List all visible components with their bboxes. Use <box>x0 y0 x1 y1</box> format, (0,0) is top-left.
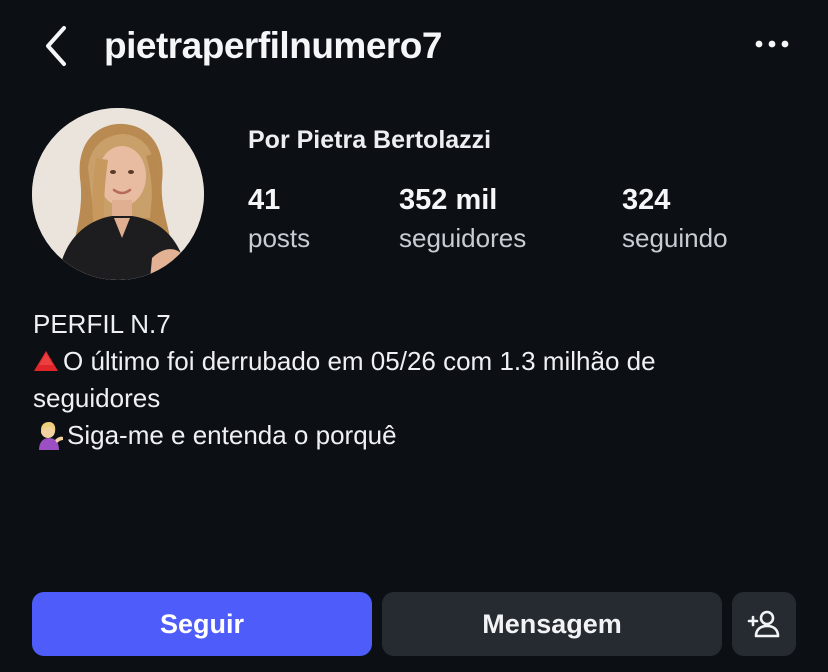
bio-line-2: O último foi derrubado em 05/26 com 1.3 … <box>63 346 656 376</box>
stat-following[interactable]: 324 seguindo <box>622 182 728 256</box>
more-options-button[interactable] <box>754 32 790 56</box>
profile-page: pietraperfilnumero7 Por Pietra Bertolazz… <box>0 0 828 672</box>
profile-bio: PERFIL N.7 O último foi derrubado em 05/… <box>33 306 773 454</box>
posts-label: posts <box>248 223 311 253</box>
message-button[interactable]: Mensagem <box>382 592 722 656</box>
avatar[interactable] <box>32 108 204 280</box>
profile-username: pietraperfilnumero7 <box>104 25 442 66</box>
more-horizontal-icon <box>755 40 789 48</box>
stat-followers[interactable]: 352 mil seguidores <box>399 182 526 256</box>
bio-line-4: Siga-me e entenda o porquê <box>67 420 397 450</box>
bio-line-4-wrapper: Siga-me e entenda o porquê <box>33 417 773 454</box>
avatar-photo <box>32 108 204 280</box>
stat-posts[interactable]: 41 posts <box>248 182 310 256</box>
back-button[interactable] <box>38 24 74 68</box>
bio-line-3: seguidores <box>33 383 161 413</box>
follow-button[interactable]: Seguir <box>32 592 372 656</box>
person-tipping-hand-icon <box>39 422 63 450</box>
add-user-icon <box>747 610 780 638</box>
message-button-label: Mensagem <box>482 608 622 639</box>
red-triangle-icon <box>34 351 58 371</box>
follow-button-label: Seguir <box>159 608 245 639</box>
posts-count: 41 <box>248 184 281 216</box>
profile-display-name: Por Pietra Bertolazzi <box>248 126 492 154</box>
following-label: seguindo <box>622 223 728 253</box>
add-user-button[interactable] <box>732 592 796 656</box>
bio-line-2-wrapper: O último foi derrubado em 05/26 com 1.3 … <box>33 343 773 380</box>
following-count: 324 <box>622 184 671 216</box>
bio-line-1: PERFIL N.7 <box>33 309 171 339</box>
chevron-left-icon <box>46 26 66 66</box>
followers-label: seguidores <box>399 223 527 253</box>
followers-count: 352 mil <box>399 184 498 216</box>
